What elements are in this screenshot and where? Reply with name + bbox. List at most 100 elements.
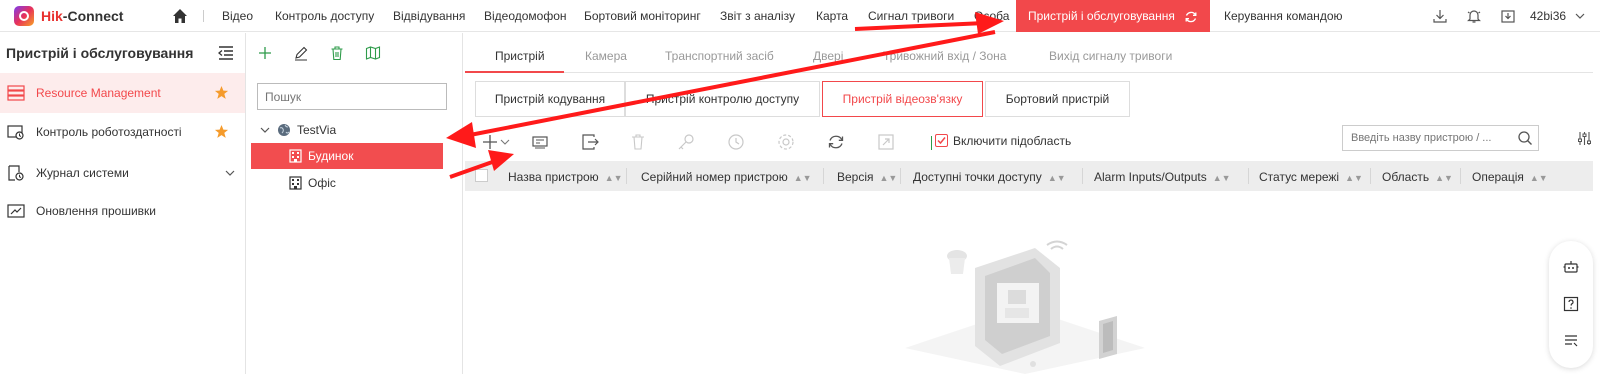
select-all-checkbox[interactable] [475,169,488,182]
resource-icon [7,85,25,101]
system-log-icon [8,165,24,181]
menu-list-icon[interactable] [1563,333,1579,349]
sidebar-item-label: Resource Management [36,86,161,100]
tree-node-root[interactable]: TestVia [251,117,443,143]
tree-node-label: TestVia [297,123,337,137]
online-device-icon[interactable] [531,133,549,151]
remote-config-icon [878,134,894,150]
firmware-icon [7,204,25,218]
nav-divider [203,10,204,22]
sidebar-item-label: Контроль роботоздатності [36,125,182,139]
key-icon [678,134,694,150]
nav-item-person[interactable]: Особа [974,0,1009,32]
sidebar-item-system-log[interactable]: Журнал системи [0,153,245,193]
star-icon[interactable] [214,124,229,139]
collapse-sidebar-icon[interactable] [218,46,234,60]
device-search-input[interactable] [1342,125,1539,151]
building-icon [289,176,302,190]
include-subarea-checkbox[interactable] [935,134,948,147]
top-navigation-bar: Hik-Connect Відео Контроль доступу Відві… [0,0,1600,32]
refresh-icon[interactable] [827,133,845,151]
add-icon[interactable] [257,45,273,61]
subtab-video-intercom-device[interactable]: Пристрій відеозв'язку [822,81,983,117]
toolbar-divider [931,136,932,150]
search-icon[interactable] [1517,130,1533,146]
filter-settings-icon[interactable] [1577,131,1592,146]
sidebar-item-health-monitoring[interactable]: Контроль роботоздатності [0,112,245,152]
column-divider [900,168,901,184]
tab-alarm-output[interactable]: Вихід сигналу тривоги [1049,49,1172,63]
nav-item-analysis-report[interactable]: Звіт з аналізу [720,0,795,32]
export-icon[interactable] [581,133,599,151]
nav-item-video-intercom[interactable]: Відеодомофон [484,0,567,32]
map-icon[interactable] [365,45,381,61]
subtab-access-control-device[interactable]: Пристрій контролю доступу [625,81,820,117]
bell-icon[interactable] [1466,8,1482,24]
column-header-area[interactable]: Область ▲▼ [1382,170,1453,184]
nav-item-attendance[interactable]: Відвідування [393,0,465,32]
globe-icon [278,124,290,136]
nav-item-access-control[interactable]: Контроль доступу [275,0,374,32]
tree-node-ofis[interactable]: Офіс [251,170,443,196]
column-divider [1248,168,1249,184]
user-menu[interactable]: 42bi36 [1530,0,1585,32]
help-icon[interactable] [1563,296,1579,312]
nav-item-onboard-monitoring[interactable]: Бортовий моніторинг [584,0,701,32]
sidebar-item-firmware-update[interactable]: Оновлення прошивки [0,191,245,231]
chevron-down-icon[interactable] [224,167,236,179]
nav-item-video[interactable]: Відео [222,0,253,32]
sidebar-item-resource-management[interactable]: Resource Management [0,73,245,113]
column-header-operation: Операція ▲▼ [1472,170,1548,184]
sidebar: Пристрій і обслуговування Resource Manag… [0,33,246,374]
area-search-input[interactable] [257,83,447,110]
tree-node-budynok[interactable]: Будинок [251,143,443,169]
user-name: 42bi36 [1530,9,1567,23]
floating-help-bar [1549,241,1593,368]
main-content: Пристрій Камера Транспортний засіб Двері… [465,33,1600,374]
sidebar-item-label: Журнал системи [36,166,129,180]
chevron-down-icon [1575,13,1585,19]
time-sync-icon [728,134,744,150]
column-divider [823,168,824,184]
column-header-version[interactable]: Версія ▲▼ [837,170,897,184]
device-table-header: Назва пристрою ▲▼ Серійний номер пристрою… [465,161,1593,191]
add-device-icon[interactable] [483,133,511,151]
app-logo[interactable]: Hik-Connect [14,5,123,27]
nav-item-team-management[interactable]: Керування командою [1224,0,1343,32]
download-icon[interactable] [1432,8,1448,24]
subtab-encoding-device[interactable]: Пристрій кодування [475,81,625,117]
tab-device[interactable]: Пристрій [495,49,545,63]
resource-type-tabs: Пристрій Камера Транспортний засіб Двері… [465,33,1593,73]
nav-item-alarm[interactable]: Сигнал тривоги [868,0,954,32]
column-header-serial-number[interactable]: Серійний номер пристрою ▲▼ [641,170,812,184]
column-divider [1370,168,1371,184]
column-divider [1082,168,1083,184]
health-monitor-icon [7,125,24,140]
nav-item-device-maintenance[interactable]: Пристрій і обслуговування [1016,0,1211,32]
column-header-alarm-io[interactable]: Alarm Inputs/Outputs ▲▼ [1094,170,1231,184]
delete-icon[interactable] [329,45,345,61]
column-header-network-status[interactable]: Статус мережі ▲▼ [1259,170,1363,184]
edit-icon[interactable] [293,45,309,61]
building-icon [289,149,302,163]
tab-alarm-input-zone[interactable]: Тривожний вхід / Зона [883,49,1006,63]
inbox-icon[interactable] [1500,8,1516,24]
nav-item-map[interactable]: Карта [816,0,848,32]
chevron-down-icon[interactable] [259,124,271,136]
sidebar-item-label: Оновлення прошивки [36,204,156,218]
star-icon[interactable] [214,85,229,100]
home-icon[interactable] [172,8,188,24]
tab-doors[interactable]: Двері [813,49,843,63]
robot-assistant-icon[interactable] [1563,259,1579,275]
tree-node-label: Будинок [308,149,354,163]
nav-item-active-label: Пристрій і обслуговування [1028,9,1175,23]
tree-node-label: Офіс [308,176,336,190]
include-subarea-label[interactable]: Включити підобласть [953,134,1071,148]
tab-vehicle[interactable]: Транспортний засіб [665,49,774,63]
tab-camera[interactable]: Камера [585,49,627,63]
active-tab-indicator [465,71,564,73]
column-header-access-points[interactable]: Доступні точки доступу ▲▼ [913,170,1066,184]
column-header-device-name[interactable]: Назва пристрою ▲▼ [508,170,623,184]
subtab-onboard-device[interactable]: Бортовий пристрій [985,81,1130,117]
hik-connect-logo-icon [14,6,34,26]
